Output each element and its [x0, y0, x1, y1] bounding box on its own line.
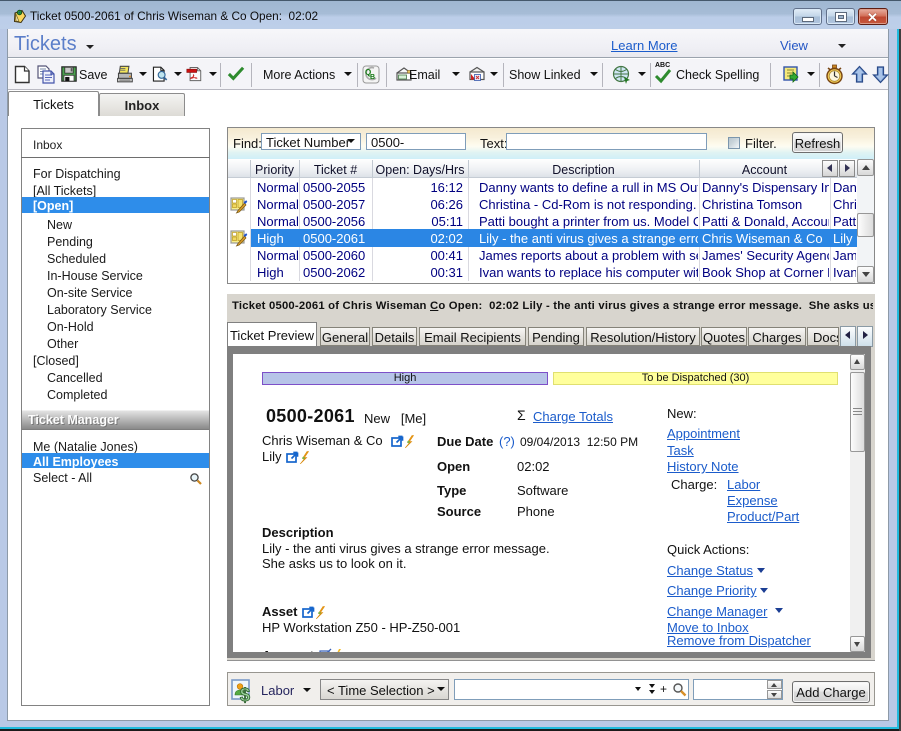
- svg-text:B: B: [370, 74, 375, 81]
- svg-text:$: $: [240, 685, 250, 704]
